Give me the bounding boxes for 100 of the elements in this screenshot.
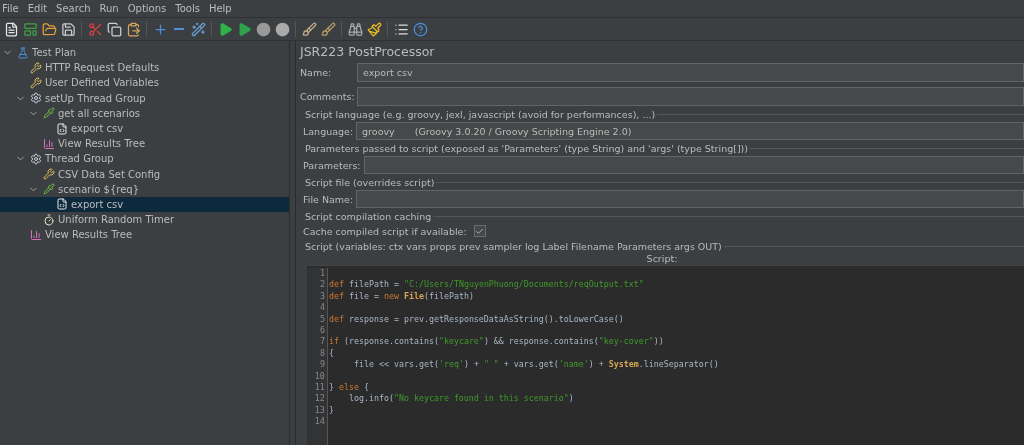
tree-item[interactable]: CSV Data Set Config: [0, 166, 289, 182]
line-number: 5: [319, 313, 326, 325]
toolbar-button[interactable]: [393, 21, 409, 37]
stop-icon: [274, 21, 290, 37]
language-dropdown[interactable]: groovy (Groovy 3.0.20 / Groovy Scripting Engine 2.0): [356, 122, 1024, 140]
section-title: Script compilation caching: [305, 210, 432, 222]
tree-item[interactable]: export csv: [0, 196, 289, 213]
menu-item[interactable]: Options: [127, 3, 167, 14]
line-number: 2: [319, 279, 326, 291]
menu-item[interactable]: Edit: [27, 3, 48, 14]
code-line: log.info("No keycare found in this scenario"): [347, 393, 574, 404]
file-name-field[interactable]: [356, 190, 1024, 208]
toolbar-button[interactable]: [125, 21, 141, 37]
toolbar-button[interactable]: [60, 21, 76, 37]
wrench-icon: [43, 168, 55, 181]
parameters-field[interactable]: [363, 156, 1024, 174]
play-icon: [217, 21, 233, 37]
code-line: def filePath = "C:/Users/TNguyenPhuong/Documents/reqOutput.txt": [329, 279, 644, 290]
menu-item[interactable]: Tools: [175, 3, 200, 14]
code-line: def response = prev.getResponseDataAsString().toLowerCase(): [329, 313, 624, 324]
tree-item[interactable]: setUp Thread Group: [0, 90, 289, 106]
line-number: 11: [314, 381, 326, 394]
comments-field[interactable]: [357, 87, 1024, 106]
toolbar-button[interactable]: [301, 21, 317, 37]
wand-icon: [190, 21, 206, 37]
checkbox[interactable]: [473, 225, 486, 237]
toolbar-button[interactable]: [217, 21, 233, 37]
line-number: 4: [319, 302, 326, 314]
toolbar-button[interactable]: [366, 21, 382, 37]
copy-icon: [106, 21, 122, 37]
code-line: if (response.contains("keycare") && response.contains("key-cover")): [329, 336, 664, 347]
field-label: Language:: [303, 125, 354, 137]
tree-item[interactable]: HTTP Request Defaults: [0, 60, 289, 76]
section-title: Script file (overrides script): [305, 176, 435, 188]
script-icon: [56, 122, 68, 135]
field-label: Comments:: [300, 91, 354, 102]
toolbar-button[interactable]: [347, 21, 363, 37]
folder-icon: [41, 21, 57, 37]
gear-icon: [30, 92, 42, 105]
toolbar-button[interactable]: [41, 21, 57, 37]
plus-icon: [152, 21, 168, 37]
tree-item[interactable]: Test Plan: [0, 45, 289, 61]
toolbar-button[interactable]: [106, 21, 122, 37]
name-field[interactable]: export csv: [357, 63, 1024, 82]
toolbar-button[interactable]: [3, 21, 19, 37]
pipette-icon: [43, 107, 55, 120]
tree-item[interactable]: scenario ${req}: [0, 181, 289, 197]
section-title: Script language (e.g. groovy, jexl, javascript (avoid for performances), ...): [305, 108, 656, 120]
paste-icon: [125, 21, 141, 37]
tree-item[interactable]: Uniform Random Timer: [0, 212, 289, 228]
toolbar-button[interactable]: [255, 21, 271, 37]
brush-icon: [320, 21, 336, 37]
menu-item[interactable]: File: [2, 3, 19, 14]
script-icon: [56, 198, 68, 211]
code-line: {: [329, 347, 334, 358]
line-number: 10: [314, 370, 326, 382]
menu-item[interactable]: Search: [56, 3, 91, 14]
new-file-icon: [3, 21, 19, 37]
toolbar-button[interactable]: [320, 21, 336, 37]
line-number: 14: [314, 416, 326, 428]
toolbar-button[interactable]: [274, 21, 290, 37]
play-icon: [236, 21, 252, 37]
cut-icon: [87, 21, 103, 37]
wrench-icon: [30, 76, 42, 89]
tree-item[interactable]: Thread Group: [0, 151, 289, 167]
code-editor[interactable]: [307, 265, 1024, 445]
section-title: Parameters passed to script (exposed as 'Parameters' (type String) and 'args' (type String[])): [305, 142, 749, 154]
line-number: 9: [319, 359, 326, 371]
template-icon: [22, 21, 38, 37]
brush-icon: [301, 21, 317, 37]
gear-icon: [30, 152, 42, 165]
field-label: Parameters:: [303, 159, 361, 171]
list-icon: [393, 21, 409, 37]
line-number: 13: [314, 404, 326, 417]
tree-item[interactable]: User Defined Variables: [0, 75, 289, 91]
save-icon: [60, 21, 76, 37]
check-icon: [475, 226, 485, 236]
code-line: }: [329, 404, 334, 415]
pipette-icon: [43, 183, 55, 196]
line-number: 7: [319, 336, 326, 348]
code-line: } else {: [329, 381, 369, 392]
line-number: 12: [314, 393, 326, 405]
broom-icon: [366, 21, 382, 37]
chart-icon: [30, 228, 42, 241]
toolbar-button[interactable]: [190, 21, 206, 37]
tree-item[interactable]: View Results Tree: [0, 227, 289, 243]
binoculars-icon: [347, 21, 363, 37]
tree-item[interactable]: View Results Tree: [0, 136, 289, 152]
menu-item[interactable]: Help: [208, 3, 232, 14]
wrench-icon: [30, 61, 42, 74]
timer-icon: [43, 213, 55, 226]
panel-title: JSR223 PostProcessor: [300, 43, 436, 61]
line-number: 8: [319, 347, 326, 360]
tree-item[interactable]: get all scenarios: [0, 105, 289, 121]
help-icon: [412, 21, 428, 37]
line-number: 6: [319, 324, 326, 337]
tree-item[interactable]: export csv: [0, 120, 289, 137]
flask-icon: [17, 46, 29, 59]
menu-item[interactable]: Run: [99, 3, 119, 14]
code-line: file << vars.get('req') + " " + vars.get('name') + System.lineSeparator(): [352, 359, 719, 370]
